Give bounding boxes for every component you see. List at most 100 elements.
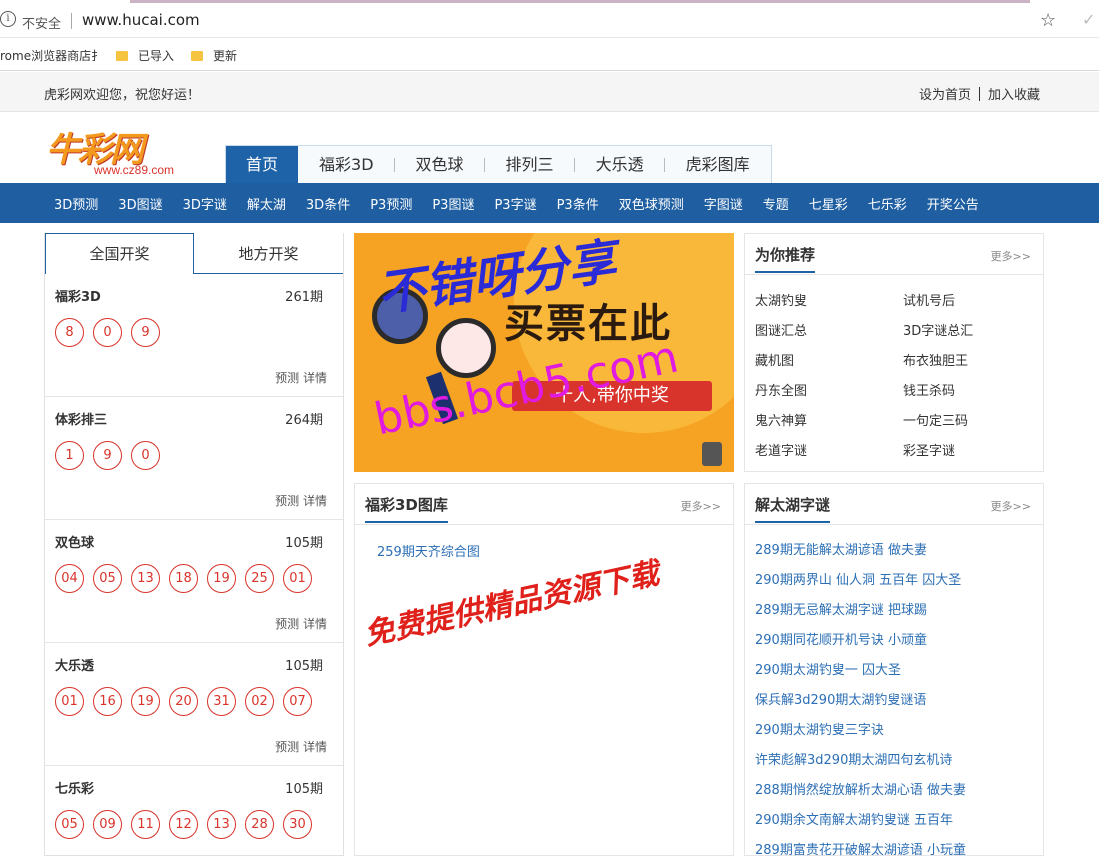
site-logo[interactable]: 牛彩网 www.cz89.com — [46, 122, 206, 180]
taihu-item[interactable]: 许荣彪解3d290期太湖四句玄机诗 — [755, 746, 966, 776]
lottery-ball: 07 — [283, 687, 312, 716]
lottery-name: 大乐透 — [55, 659, 95, 674]
nav-item[interactable]: 字图谜 — [704, 194, 743, 213]
detail-link[interactable]: 详情 — [303, 494, 327, 508]
bookmark-webstore[interactable]: rome浏览器商店扌 — [0, 47, 103, 64]
lottery-links: 预测 详情 — [275, 615, 327, 632]
bookmark-updates[interactable]: 更新 — [191, 47, 237, 64]
lottery-balls: 04 05 13 18 19 25 01 — [55, 564, 321, 593]
recommend-item[interactable]: 钱王杀码 — [903, 380, 955, 399]
lottery-ball: 0 — [131, 441, 160, 470]
lottery-ball: 25 — [245, 564, 274, 593]
recommend-item[interactable]: 布衣独胆王 — [903, 350, 968, 369]
set-home-link[interactable]: 设为首页 — [919, 88, 971, 103]
magnifier-icon — [436, 318, 496, 378]
taihu-panel: 解太湖字谜 更多>> 289期无能解太湖谚语 做夫妻 290期两界山 仙人洞 五百… — [744, 483, 1044, 856]
nav-item[interactable]: P3预测 — [370, 194, 412, 213]
nav-item[interactable]: 七乐彩 — [868, 194, 907, 213]
taihu-item[interactable]: 289期富贵花开破解太湖谚语 小玩童 — [755, 836, 966, 856]
tab-local[interactable]: 地方开奖 — [194, 233, 343, 274]
add-favorite-link[interactable]: 加入收藏 — [988, 88, 1040, 103]
taihu-item[interactable]: 保兵解3d290期太湖钓叟谜语 — [755, 686, 966, 716]
recommend-item[interactable]: 老道字谜 — [755, 440, 807, 459]
recommend-panel: 为你推荐 更多>> 太湖钓叟 试机号后 图谜汇总 3D字谜总汇 藏机图 布衣独胆王 丹东全图… — [744, 233, 1044, 472]
tab-dlt[interactable]: 大乐透 — [575, 146, 665, 183]
tab-home[interactable]: 首页 — [226, 146, 299, 183]
lottery-name: 体彩排三 — [55, 413, 108, 428]
more-link[interactable]: 更多>> — [991, 498, 1031, 514]
lottery-issue: 261期 — [285, 290, 323, 305]
nav-item[interactable]: 解太湖 — [247, 194, 286, 213]
taihu-item[interactable]: 290期同花顺开机号诀 小顽童 — [755, 626, 966, 656]
more-link[interactable]: 更多>> — [991, 248, 1031, 264]
taihu-item[interactable]: 288期悄然绽放解析太湖心语 做夫妻 — [755, 776, 966, 806]
recommend-item[interactable]: 图谜汇总 — [755, 320, 807, 339]
nav-item[interactable]: 双色球预测 — [619, 194, 684, 213]
lottery-ball: 28 — [245, 810, 274, 839]
recommend-item[interactable]: 鬼六神算 — [755, 410, 807, 429]
lottery-issue: 105期 — [285, 536, 323, 551]
nav-item[interactable]: 3D字谜 — [183, 194, 227, 213]
taihu-item[interactable]: 289期无能解太湖谚语 做夫妻 — [755, 536, 966, 566]
nav-item[interactable]: P3条件 — [557, 194, 599, 213]
watermark-text: 免费提供精品资源下载 — [361, 556, 663, 653]
nav-item[interactable]: 专题 — [763, 194, 789, 213]
tab-label: 福彩3D — [319, 155, 374, 174]
tab-tuku[interactable]: 虎彩图库 — [665, 146, 771, 183]
recommend-item[interactable]: 丹东全图 — [755, 380, 807, 399]
tab-label: 大乐透 — [595, 155, 644, 174]
recommend-item[interactable]: 藏机图 — [755, 350, 794, 369]
security-label: 不安全 — [22, 17, 62, 32]
recommend-item[interactable]: 彩圣字谜 — [903, 440, 955, 459]
info-icon[interactable]: i — [0, 11, 16, 27]
promo-banner[interactable]: 买票在此 十人,带你中奖 不错呀分享 bbs.bcb5.com — [354, 233, 734, 472]
url-text[interactable]: www.hucai.com — [82, 11, 200, 29]
nav-item[interactable]: 3D条件 — [306, 194, 350, 213]
recommend-item[interactable]: 太湖钓叟 — [755, 290, 807, 309]
nav-item[interactable]: 3D图谜 — [118, 194, 162, 213]
bookmark-star-icon[interactable]: ☆ — [1040, 10, 1056, 31]
lottery-list: 福彩3D 261期 809 预测 详情 体彩排三 264期 190 预测 详情 双色… — [45, 274, 343, 855]
lottery-balls: 01 16 19 20 31 02 07 — [55, 687, 321, 716]
lottery-ball: 01 — [283, 564, 312, 593]
recommend-item[interactable]: 3D字谜总汇 — [903, 320, 973, 339]
detail-link[interactable]: 详情 — [303, 740, 327, 754]
taihu-item[interactable]: 290期两界山 仙人洞 五百年 囚大圣 — [755, 566, 966, 596]
lottery-ball: 19 — [207, 564, 236, 593]
nav-item[interactable]: 3D预测 — [54, 194, 98, 213]
more-link[interactable]: 更多>> — [681, 498, 721, 514]
taihu-item[interactable]: 290期太湖钓叟一 囚大圣 — [755, 656, 966, 686]
tab-ssq[interactable]: 双色球 — [395, 146, 485, 183]
detail-link[interactable]: 详情 — [303, 617, 327, 631]
detail-link[interactable]: 详情 — [303, 371, 327, 385]
lottery-ball: 12 — [169, 810, 198, 839]
lottery-ball: 20 — [169, 687, 198, 716]
predict-link[interactable]: 预测 — [275, 617, 299, 631]
tab-fc3d[interactable]: 福彩3D — [298, 146, 395, 183]
nav-item[interactable]: P3字谜 — [494, 194, 536, 213]
logo-domain: www.cz89.com — [94, 163, 175, 177]
tuku-item[interactable]: 259期天齐综合图 — [377, 541, 480, 560]
recommend-item[interactable]: 一句定三码 — [903, 410, 968, 429]
nav-item[interactable]: P3图谜 — [432, 194, 474, 213]
tab-pl3[interactable]: 排列三 — [485, 146, 575, 183]
taihu-item[interactable]: 289期无忌解太湖字谜 把球踢 — [755, 596, 966, 626]
tab-national[interactable]: 全国开奖 — [45, 233, 194, 274]
taihu-item[interactable]: 290期太湖钓叟三字诀 — [755, 716, 966, 746]
bookmark-label: 已导入 — [138, 49, 175, 63]
predict-link[interactable]: 预测 — [275, 740, 299, 754]
predict-link[interactable]: 预测 — [275, 371, 299, 385]
check-icon[interactable]: ✓ — [1082, 10, 1095, 29]
lottery-ball: 30 — [283, 810, 312, 839]
recommend-item[interactable]: 试机号后 — [903, 290, 955, 309]
lottery-balls: 190 — [55, 441, 169, 470]
taihu-item[interactable]: 290期余文南解太湖钓叟谜 五百年 — [755, 806, 966, 836]
address-bar[interactable]: i 不安全 www.hucai.com ☆ ✓ — [0, 4, 1099, 38]
bookmark-imported[interactable]: 已导入 — [116, 47, 174, 64]
predict-link[interactable]: 预测 — [275, 494, 299, 508]
lottery-ball: 18 — [169, 564, 198, 593]
lottery-issue: 105期 — [285, 782, 323, 797]
nav-item[interactable]: 七星彩 — [809, 194, 848, 213]
nav-item[interactable]: 开奖公告 — [927, 194, 979, 213]
lottery-links: 预测 详情 — [275, 369, 327, 386]
